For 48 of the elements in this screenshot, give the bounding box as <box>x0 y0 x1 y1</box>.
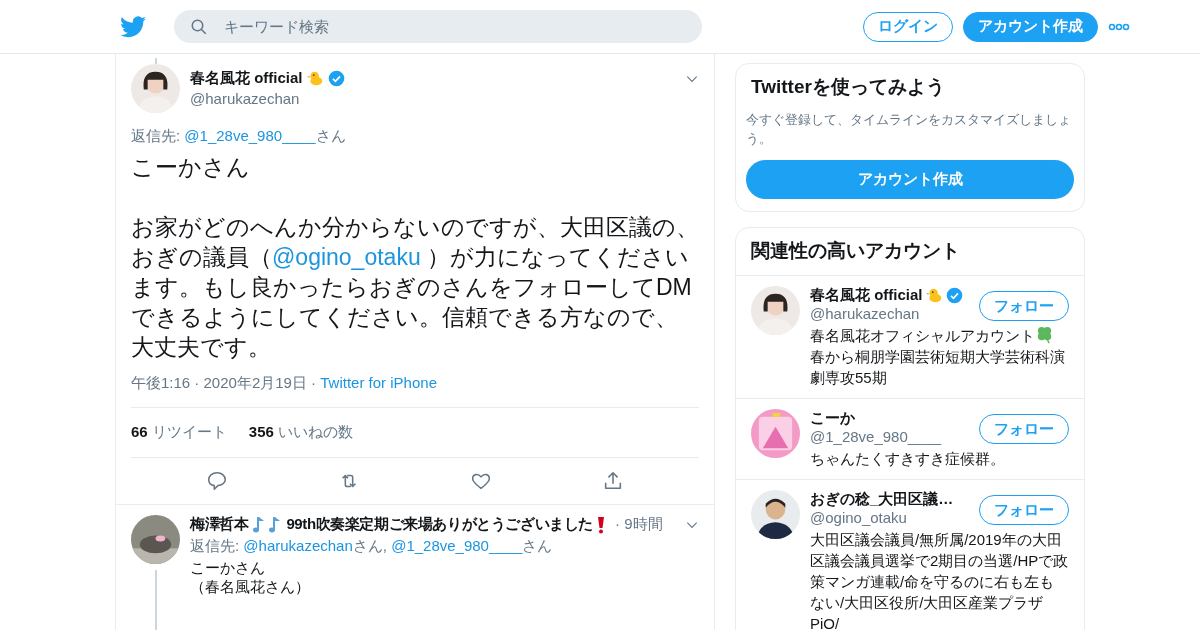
tweet-time[interactable]: · 9時間 <box>615 515 663 534</box>
search-field[interactable]: キーワード検索 <box>174 10 702 43</box>
account-name[interactable]: おぎの稔_大田区議… <box>810 490 954 509</box>
share-icon[interactable] <box>602 470 624 492</box>
mention-link[interactable]: @1_28ve_980____ <box>184 127 316 144</box>
tweet-text: （春名風花さん） <box>190 577 311 596</box>
source-link[interactable]: Twitter for iPhone <box>320 374 437 391</box>
account-bio: ちゃんたくすきすき症候群。 <box>810 449 1006 469</box>
card-title: 関連性の高いアカウント <box>750 239 961 263</box>
search-icon <box>190 18 208 36</box>
exclamation-icon <box>596 515 607 534</box>
chick-icon <box>306 70 324 87</box>
account-handle[interactable]: @ogino_otaku <box>810 509 954 526</box>
bird-logo[interactable] <box>120 15 146 38</box>
card-text: 今すぐ登録して、タイムラインをカスタマイズしましょう。 <box>746 111 1072 148</box>
more-icon[interactable] <box>1108 22 1130 31</box>
tweet-timestamp: 午後1:16 · 2020年2月19日 · <box>131 374 317 391</box>
account-handle[interactable]: @harukazechan <box>810 305 963 322</box>
card-title: Twitterを使ってみよう <box>750 75 946 99</box>
retweet-count[interactable]: 66 リツイート <box>131 423 227 442</box>
reply-to-line: 返信先: @harukazechanさん, @1_28ve_980____さん <box>190 537 554 556</box>
login-button[interactable]: ログイン <box>863 11 953 42</box>
mention-link[interactable]: @harukazechan <box>243 537 353 554</box>
reply-to-line: 返信先: @1_28ve_980____さん <box>131 127 347 146</box>
like-count[interactable]: 356 いいねの数 <box>248 423 354 442</box>
mention-link[interactable]: @ogino_otaku <box>272 244 421 270</box>
mention-link[interactable]: @1_28ve_980____ <box>391 537 523 554</box>
author-name[interactable]: 99th吹奏楽定期ご来場ありがとうございました <box>286 515 594 534</box>
reply-icon[interactable] <box>206 470 228 492</box>
follow-button[interactable]: フォロー <box>979 414 1069 444</box>
account-bio: 春から桐朋学園芸術短期大学芸術科演劇専攻55期 <box>810 347 1066 388</box>
signup-button[interactable]: アカウント作成 <box>746 160 1074 199</box>
account-name[interactable]: こーか <box>810 409 855 428</box>
tweet-text: お家がどのへんか分からないのですが、大田区議の、おぎの議員（@ogino_otaku ）が力になってくださいます。もし良かったらおぎのさんをフォローしてDMできるようにしてください。信頼できる方なので、大丈夫です。 <box>131 213 699 362</box>
author-name[interactable]: 梅澤哲本 <box>190 515 249 534</box>
tweet-text: こーかさん <box>131 153 251 182</box>
follow-button[interactable]: フォロー <box>979 291 1069 321</box>
follow-button[interactable]: フォロー <box>979 495 1069 525</box>
account-bio: 大田区議会議員/無所属/2019年の大田区議会議員選挙で2期目の当選/HPで政策マンガ連載/命を守るのに右も左もない/大田区役所/大田区産業プラザPiO/ <box>810 530 1069 630</box>
chick-icon <box>925 287 943 304</box>
signup-button[interactable]: アカウント作成 <box>963 11 1098 42</box>
author-name[interactable]: 春名風花 official <box>190 69 303 88</box>
account-handle[interactable]: @1_28ve_980____ <box>810 428 942 445</box>
clover-icon <box>1035 325 1054 344</box>
account-bio: 春名風花オフィシャルアカウント <box>810 325 1069 346</box>
author-handle[interactable]: @harukazechan <box>190 90 699 107</box>
account-name[interactable]: 春名風花 official <box>810 286 923 305</box>
tweet-text: こーかさん <box>190 558 266 577</box>
